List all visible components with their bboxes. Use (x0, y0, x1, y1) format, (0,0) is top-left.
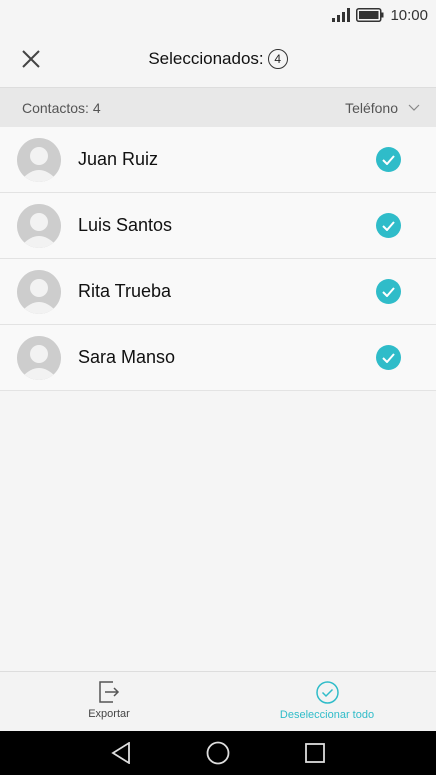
recents-icon (305, 743, 325, 763)
avatar-icon (17, 137, 61, 182)
back-button[interactable] (108, 741, 134, 765)
selected-count-badge: 4 (267, 48, 288, 69)
title-text: Seleccionados: (148, 48, 264, 68)
list-item[interactable]: Sara Manso (0, 325, 436, 391)
close-icon (22, 50, 40, 68)
deselect-all-button[interactable]: Deseleccionar todo (218, 672, 436, 731)
check-circle-icon (315, 681, 339, 704)
system-nav-bar (0, 731, 436, 775)
avatar-icon (17, 269, 61, 314)
page-title: Seleccionados: 4 (0, 30, 436, 87)
battery-icon (356, 8, 384, 22)
export-button[interactable]: Exportar (0, 672, 218, 731)
close-button[interactable] (16, 44, 46, 74)
checkbox-checked-icon[interactable] (376, 147, 401, 172)
contacts-subbar: Contactos: 4 Teléfono (0, 87, 436, 127)
contact-list: Juan Ruiz Luis Santos Rita Trueba Sara M… (0, 127, 436, 391)
home-button[interactable] (204, 740, 232, 766)
contact-name: Sara Manso (78, 347, 176, 367)
signal-icon (332, 8, 351, 22)
contact-name: Rita Trueba (78, 281, 172, 301)
home-icon (206, 741, 230, 765)
back-icon (111, 742, 130, 764)
checkbox-checked-icon[interactable] (376, 279, 401, 304)
contacts-count: Contactos: 4 (22, 99, 101, 116)
sort-dropdown[interactable]: Teléfono (345, 100, 420, 116)
contact-name: Juan Ruiz (78, 149, 159, 169)
deselect-all-label: Deseleccionar todo (279, 709, 375, 721)
export-icon (99, 681, 120, 703)
recents-button[interactable] (302, 741, 328, 765)
list-item[interactable]: Luis Santos (0, 193, 436, 259)
contact-name: Luis Santos (78, 215, 173, 235)
bottom-action-bar: Exportar Deseleccionar todo (0, 671, 436, 731)
sort-label: Teléfono (345, 99, 398, 116)
selection-header: Seleccionados: 4 (0, 30, 436, 87)
list-item[interactable]: Rita Trueba (0, 259, 436, 325)
list-item[interactable]: Juan Ruiz (0, 127, 436, 193)
avatar-icon (17, 335, 61, 380)
chevron-down-icon (408, 104, 420, 111)
checkbox-checked-icon[interactable] (376, 345, 401, 370)
export-label: Exportar (88, 708, 130, 720)
status-time: 10:00 (390, 6, 428, 24)
status-bar: 10:00 (0, 0, 436, 30)
checkbox-checked-icon[interactable] (376, 213, 401, 238)
avatar-icon (17, 203, 61, 248)
